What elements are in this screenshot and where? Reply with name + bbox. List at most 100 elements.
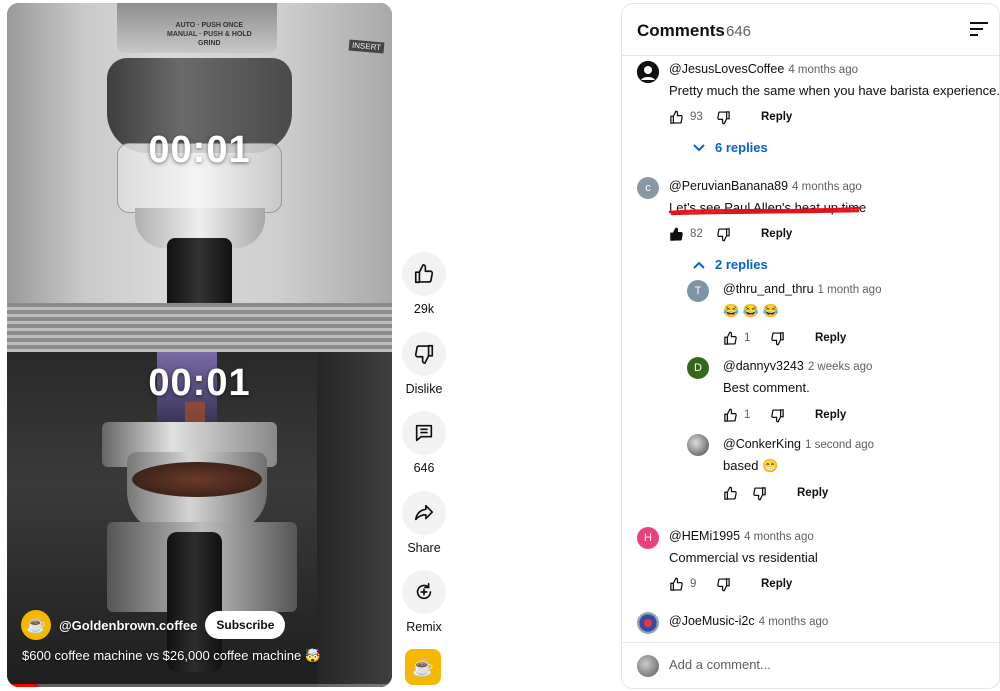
like-count: 82 <box>690 228 703 240</box>
video-frame-top: AUTO · PUSH ONCE MANUAL · PUSH & HOLD GRIN… <box>7 3 392 353</box>
thumb-up-icon[interactable] <box>723 408 738 423</box>
progress-bar[interactable] <box>7 684 392 687</box>
share-button[interactable] <box>402 490 446 535</box>
avatar[interactable]: H <box>637 527 659 549</box>
avatar[interactable]: c <box>637 177 659 199</box>
timer-top: 00:01 <box>148 129 251 171</box>
replies-toggle[interactable]: 6 replies <box>692 140 768 155</box>
share-label: Share <box>407 540 441 555</box>
channel-row: ☕ @Goldenbrown.coffee Subscribe <box>21 610 286 640</box>
comment-actions: 9 Reply <box>669 574 792 594</box>
remix-icon <box>416 582 432 600</box>
like-count: 9 <box>690 578 697 590</box>
reply-button[interactable]: Reply <box>815 332 846 344</box>
comments-panel: Comments 646 @JesusLovesCoffee 4 months a… <box>621 3 1000 689</box>
thumb-up-icon[interactable] <box>669 577 684 592</box>
comment-time: 4 months ago <box>788 64 858 76</box>
thumb-down-icon[interactable] <box>716 577 731 592</box>
like-count: 1 <box>744 332 751 344</box>
comments-count-header: 646 <box>726 23 752 40</box>
channel-thumbnail-icon[interactable]: ☕ <box>405 649 441 685</box>
thumb-down-icon[interactable] <box>770 408 785 423</box>
chevron-down-icon <box>693 143 705 151</box>
add-comment-bar: Add a comment... <box>622 642 999 688</box>
like-action: 29k <box>400 252 448 332</box>
chevron-up-icon <box>693 261 705 269</box>
comment-author[interactable]: @JesusLovesCoffee 4 months ago <box>669 62 858 76</box>
thumb-down-icon <box>414 344 434 364</box>
comment-time: 4 months ago <box>792 181 862 193</box>
reply-button[interactable]: Reply <box>761 228 792 240</box>
dislike-button[interactable] <box>402 331 446 376</box>
comments-button[interactable] <box>402 411 446 455</box>
reply-button[interactable]: Reply <box>761 578 792 590</box>
comment-author[interactable]: @JoeMusic-i2c 4 months ago <box>669 614 828 628</box>
comment-author[interactable]: @dannyv3243 2 weeks ago <box>723 359 872 373</box>
dislike-label: Dislike <box>405 381 443 396</box>
thumb-down-icon[interactable] <box>770 331 785 346</box>
avatar[interactable]: T <box>687 280 709 302</box>
subscribe-button[interactable]: Subscribe <box>205 611 286 639</box>
comment-time: 4 months ago <box>744 531 814 543</box>
reply-button[interactable]: Reply <box>761 111 792 123</box>
user-avatar <box>637 655 659 677</box>
comments-title: Comments <box>637 21 725 40</box>
comment-actions: Reply <box>723 483 828 503</box>
reply-button[interactable]: Reply <box>815 409 846 421</box>
comment-text: Pretty much the same when you have baris… <box>669 83 1000 98</box>
like-count: 93 <box>690 111 703 123</box>
sort-icon[interactable] <box>969 21 989 37</box>
add-comment-input[interactable]: Add a comment... <box>669 657 771 672</box>
thumb-up-icon[interactable] <box>723 331 738 346</box>
thumb-up-filled-icon[interactable] <box>669 227 684 242</box>
comment-author[interactable]: @HEMi1995 4 months ago <box>669 529 814 543</box>
comment-actions: 1 Reply <box>723 405 846 425</box>
video-title[interactable]: $600 coffee machine vs $26,000 coffee ma… <box>22 648 321 664</box>
action-rail: 29k Dislike 646 Share Remix <box>400 252 448 650</box>
video-player[interactable]: AUTO · PUSH ONCE MANUAL · PUSH & HOLD GRIN… <box>7 3 392 687</box>
comment-author[interactable]: @thru_and_thru 1 month ago <box>723 282 881 296</box>
insert-label: INSERT <box>348 39 385 54</box>
remix-label: Remix <box>406 620 442 634</box>
comments-action: 646 <box>400 411 448 491</box>
timer-bottom: 00:01 <box>148 362 251 404</box>
comment-text: based 😁 <box>723 458 779 473</box>
thumb-down-icon[interactable] <box>752 486 767 501</box>
machine-label: AUTO · PUSH ONCE MANUAL · PUSH & HOLD GRIN… <box>167 22 252 47</box>
avatar[interactable] <box>637 61 659 83</box>
like-count: 29k <box>413 302 435 316</box>
reply-button[interactable]: Reply <box>797 487 828 499</box>
thumb-up-icon[interactable] <box>669 110 684 125</box>
comment-text: Best comment. <box>723 380 810 395</box>
comments-count: 646 <box>413 461 435 475</box>
comment-time: 1 month ago <box>817 284 882 296</box>
channel-name[interactable]: @Goldenbrown.coffee <box>59 618 197 633</box>
avatar[interactable] <box>687 434 709 456</box>
comment-text: Commercial vs residential <box>669 550 818 565</box>
thumb-down-icon[interactable] <box>716 227 731 242</box>
dislike-action: Dislike <box>400 331 448 412</box>
share-icon <box>414 504 434 520</box>
avatar[interactable]: D <box>687 357 709 379</box>
replies-toggle[interactable]: 2 replies <box>692 257 768 272</box>
progress-bar-fill <box>7 684 38 687</box>
share-action: Share <box>400 490 448 571</box>
like-count: 1 <box>744 409 751 421</box>
comment-icon <box>415 424 433 442</box>
thumb-up-icon <box>414 264 434 284</box>
avatar[interactable] <box>637 612 659 634</box>
comments-header: Comments 646 <box>622 4 999 56</box>
comment-actions: 1 Reply <box>723 328 846 348</box>
red-underline-annotation <box>668 206 862 216</box>
remix-action: Remix <box>400 570 448 650</box>
remix-button[interactable] <box>402 570 446 614</box>
comment-author[interactable]: @PeruvianBanana89 4 months ago <box>669 179 862 193</box>
channel-avatar[interactable]: ☕ <box>21 610 51 640</box>
shorts-page: AUTO · PUSH ONCE MANUAL · PUSH & HOLD GRIN… <box>0 0 1000 691</box>
comment-author[interactable]: @ConkerKing 1 second ago <box>723 437 874 451</box>
comment-time: 1 second ago <box>805 439 875 451</box>
thumb-down-icon[interactable] <box>716 110 731 125</box>
comment-time: 4 months ago <box>758 616 829 628</box>
like-button[interactable] <box>402 252 446 296</box>
thumb-up-icon[interactable] <box>723 486 738 501</box>
